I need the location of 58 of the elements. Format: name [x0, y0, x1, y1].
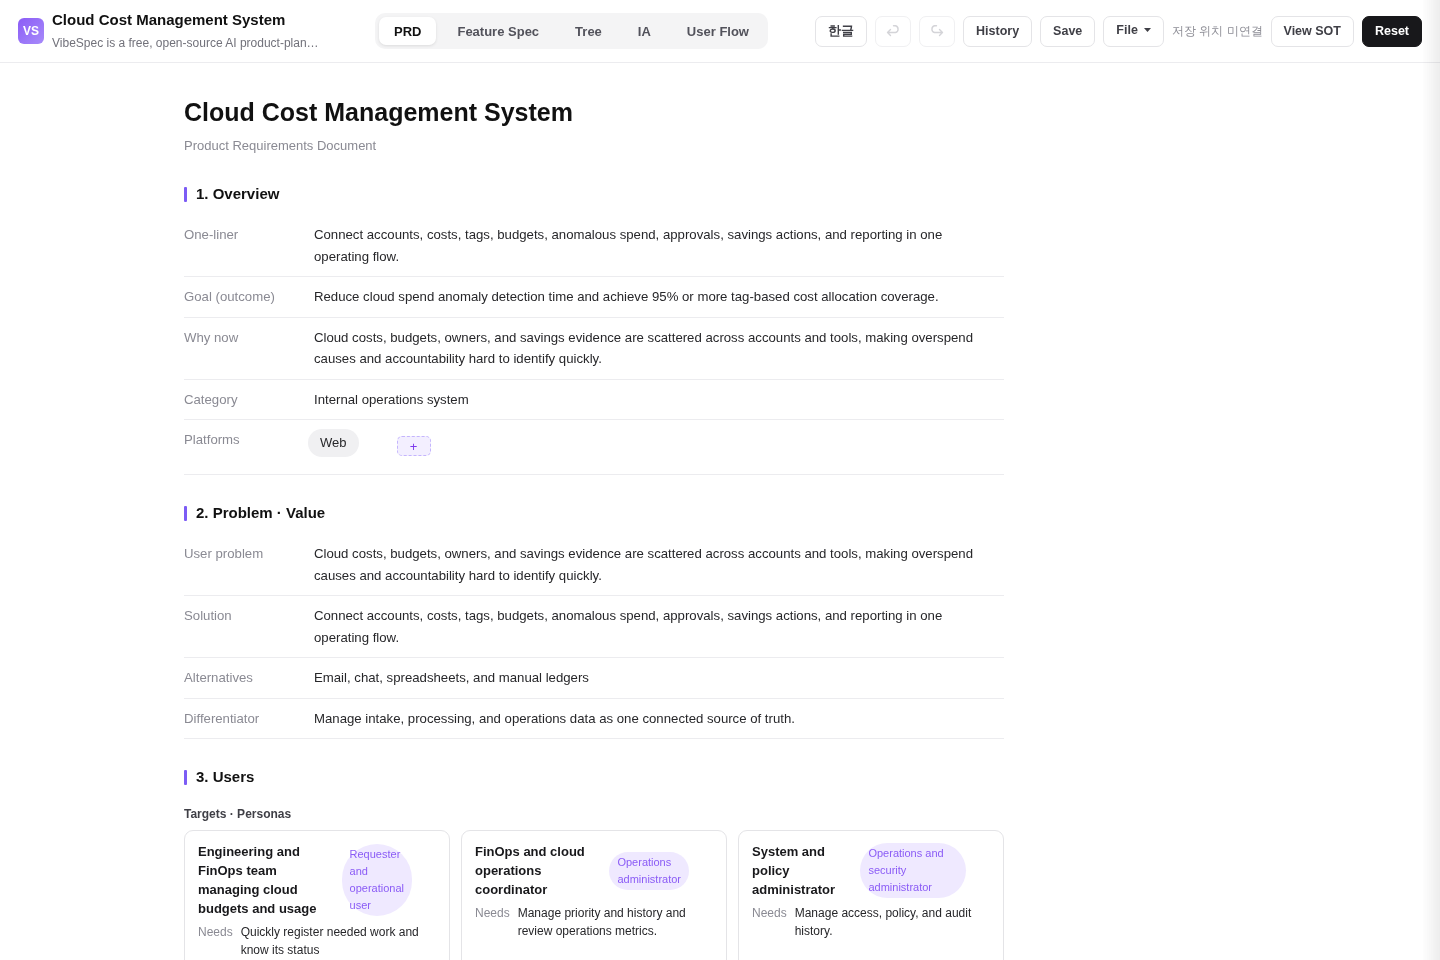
field-label: Platforms [184, 431, 241, 449]
field-label: Why now [184, 328, 240, 347]
subsection-heading: Targets · Personas [184, 806, 293, 822]
toolbar-button[interactable]: View SOT [1270, 15, 1354, 47]
persona-name: Engineering and FinOps team managing cloud budgets and usage [198, 843, 318, 918]
toolbar-button[interactable]: History [963, 15, 1033, 47]
role-badge: Operations and security administrator [860, 843, 966, 898]
field-value: Internal operations system [314, 391, 469, 407]
persona-field-value: Manage access, policy, and audit history. [794, 905, 973, 940]
persona-field-label: Needs [752, 905, 787, 922]
section-accent-bar [184, 186, 187, 202]
field-value: Connect accounts, costs, tags, budgets, anomalous spend, approvals, savings actions, and reporting in one operating flow. [314, 227, 943, 264]
tab[interactable]: PRD [379, 17, 437, 45]
app-logo: VS [18, 18, 44, 44]
section-heading: 2. Problem · Value [196, 503, 326, 523]
persona-name: FinOps and cloud operations coordinator [475, 843, 586, 899]
app-subtitle: VibeSpec is a free, open-source AI product-plan… [52, 35, 319, 51]
tab[interactable]: User Flow [671, 17, 764, 45]
persona-name: System and policy administrator [752, 843, 837, 899]
field-label: One-liner [184, 226, 240, 244]
field-value: Reduce cloud spend anomaly detection time and achieve 95% or more tag-based cost allocation coverage. [314, 289, 939, 304]
field-label: Goal (outcome) [184, 288, 276, 306]
field-value: Manage intake, processing, and operations data as one connected source of truth. [314, 710, 795, 726]
field-label: Solution [184, 607, 233, 625]
field-value: Cloud costs, budgets, owners, and savings evidence are scattered across accounts and tools, making overspend causes and accountability hard to identify quickly. [314, 329, 973, 366]
persona-field-label: Needs [198, 924, 233, 941]
tab[interactable]: Tree [560, 17, 617, 45]
platform-chip: Web [308, 429, 359, 457]
toolbar-button[interactable]: 한글 [815, 15, 867, 47]
redo-icon [930, 25, 944, 37]
reset-button[interactable]: Reset [1361, 15, 1422, 47]
field-label: Alternatives [184, 669, 254, 687]
section-heading: 3. Users [196, 767, 255, 787]
persona-field-value: Quickly register needed work and know its status [240, 924, 420, 959]
document-subtitle: Product Requirements Document [184, 137, 378, 155]
field-value: Cloud costs, budgets, owners, and savings evidence are scattered across accounts and tools, making overspend causes and accountability hard to identify quickly. [314, 546, 973, 583]
add-platform-button[interactable]: + [396, 436, 431, 456]
undo-icon [886, 25, 900, 37]
caret-icon [1143, 27, 1151, 32]
field-label: User problem [184, 545, 265, 563]
persona-field-label: Needs [475, 905, 510, 922]
section-heading: 1. Overview [196, 184, 280, 204]
field-label: Category [184, 390, 239, 409]
document-title: Cloud Cost Management System [184, 97, 574, 128]
tab[interactable]: Feature Spec [442, 17, 555, 45]
persona-field-value: Manage priority and history and review operations metrics. [517, 905, 687, 940]
app-title: Cloud Cost Management System [52, 11, 286, 29]
section-accent-bar [184, 505, 187, 521]
role-badge: Requester and operational user [341, 844, 412, 916]
toolbar-button[interactable]: Save [1040, 15, 1096, 47]
field-label: Differentiator [184, 709, 261, 728]
file-menu-button[interactable]: File [1103, 15, 1164, 47]
save-location-status: 저장 위치 미연결 [1171, 22, 1263, 40]
role-badge: Operations administrator [609, 851, 689, 890]
field-value: Email, chat, spreadsheets, and manual ledgers [314, 670, 589, 685]
section-accent-bar [184, 769, 187, 785]
tab[interactable]: IA [622, 17, 666, 45]
field-value: Connect accounts, costs, tags, budgets, anomalous spend, approvals, savings actions, and reporting in one operating flow. [314, 608, 943, 645]
